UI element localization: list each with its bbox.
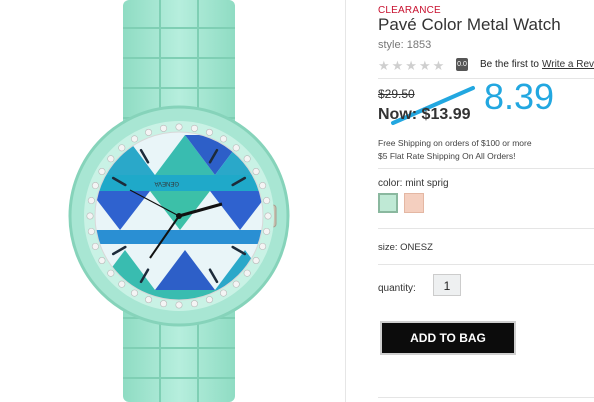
shipping-line-2: $5 Flat Rate Shipping On All Orders!: [378, 151, 516, 161]
watch-illustration: GENEVA: [68, 0, 290, 402]
watch-brand-text: GENEVA: [154, 180, 179, 186]
shipping-info: Free Shipping on orders of $100 or more …: [378, 137, 532, 163]
write-review-link[interactable]: Write a Revi: [542, 59, 594, 70]
rating-row: ★★★★★ 0.0 Be the first to Write a Revi: [378, 58, 594, 73]
rating-score-badge: 0.0: [456, 58, 468, 71]
shipping-line-1: Free Shipping on orders of $100 or more: [378, 138, 532, 148]
color-label: color: mint sprig: [378, 178, 449, 189]
annotation-number: 8.39: [484, 76, 555, 117]
sale-price: Now: $13.99: [378, 106, 471, 123]
product-image[interactable]: GENEVA: [0, 0, 346, 402]
color-swatch-mint[interactable]: [378, 193, 398, 213]
add-to-bag-button[interactable]: ADD TO BAG: [380, 321, 516, 355]
quantity-label: quantity:: [378, 283, 416, 294]
size-label: size: ONESZ: [378, 242, 433, 253]
original-price: $29.50: [378, 87, 415, 101]
divider: [378, 397, 594, 398]
product-style: style: 1853: [378, 39, 432, 51]
first-review-text: Be the first to: [480, 59, 539, 70]
quantity-input[interactable]: 1: [433, 274, 461, 296]
divider: [378, 168, 594, 169]
product-title: Pavé Color Metal Watch: [378, 15, 561, 34]
divider: [378, 228, 594, 229]
star-rating-icon: ★★★★★: [378, 58, 447, 73]
product-info: CLEARANCE Pavé Color Metal Watch style: …: [378, 0, 594, 402]
color-swatch-peach[interactable]: [404, 193, 424, 213]
divider: [378, 264, 594, 265]
